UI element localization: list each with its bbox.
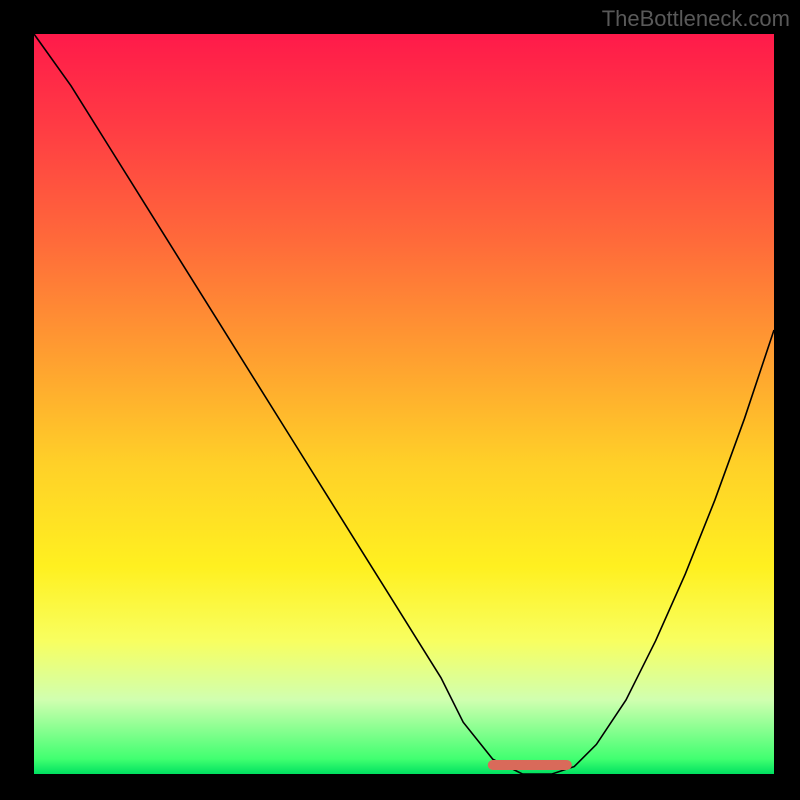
chart-svg [34,34,774,774]
watermark-text: TheBottleneck.com [602,6,790,32]
bottleneck-curve [34,34,774,774]
